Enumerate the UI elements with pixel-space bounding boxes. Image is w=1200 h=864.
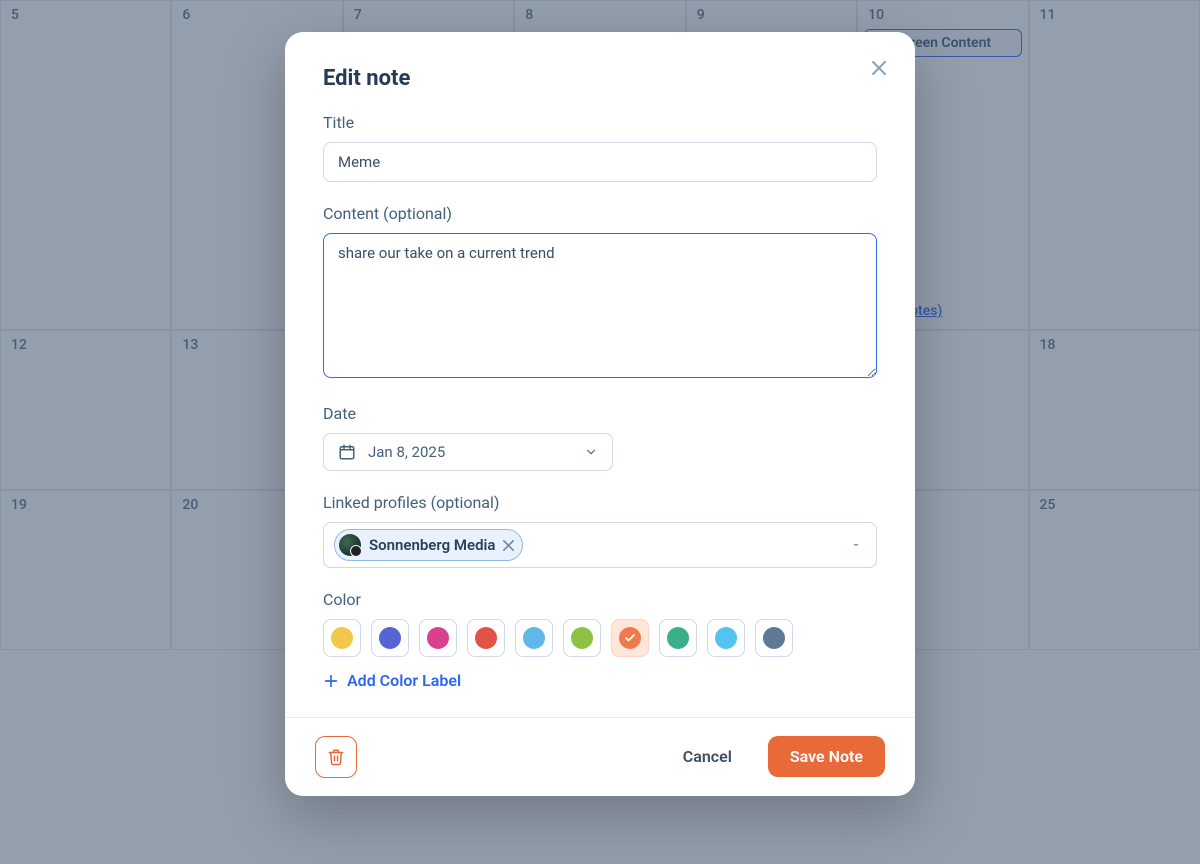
color-option[interactable] [419, 619, 457, 657]
color-swatch [571, 627, 593, 649]
color-option[interactable] [755, 619, 793, 657]
color-swatch [619, 627, 641, 649]
color-swatch [475, 627, 497, 649]
profile-name: Sonnenberg Media [369, 536, 495, 554]
color-swatch [763, 627, 785, 649]
delete-button[interactable] [315, 736, 357, 778]
linked-profiles-select[interactable]: Sonnenberg Media [323, 522, 877, 568]
profile-avatar [339, 534, 361, 556]
save-button[interactable]: Save Note [768, 736, 885, 777]
color-swatch [715, 627, 737, 649]
title-input[interactable] [323, 142, 877, 182]
date-label: Date [323, 404, 877, 423]
chevron-down-icon [584, 445, 598, 459]
cancel-button[interactable]: Cancel [661, 736, 754, 777]
color-option[interactable] [707, 619, 745, 657]
color-option[interactable] [323, 619, 361, 657]
color-option[interactable] [515, 619, 553, 657]
edit-note-modal: Edit note Title Content (optional) Date … [285, 32, 915, 796]
modal-overlay[interactable]: Edit note Title Content (optional) Date … [0, 0, 1200, 864]
profile-chip: Sonnenberg Media [334, 529, 523, 561]
date-value: Jan 8, 2025 [368, 443, 445, 461]
calendar-icon [338, 443, 356, 461]
content-label: Content (optional) [323, 204, 877, 223]
modal-title: Edit note [323, 66, 877, 91]
remove-profile-icon[interactable] [503, 540, 514, 551]
color-swatch [427, 627, 449, 649]
add-color-label-button[interactable]: Add Color Label [323, 671, 461, 690]
color-swatch [331, 627, 353, 649]
caret-down-icon [850, 539, 862, 551]
content-textarea[interactable] [323, 233, 877, 378]
color-option[interactable] [659, 619, 697, 657]
color-label: Color [323, 590, 877, 609]
color-option[interactable] [467, 619, 505, 657]
color-option[interactable] [611, 619, 649, 657]
title-label: Title [323, 113, 877, 132]
close-icon[interactable] [865, 54, 893, 82]
color-row [323, 619, 877, 657]
linked-profiles-label: Linked profiles (optional) [323, 493, 877, 512]
date-picker[interactable]: Jan 8, 2025 [323, 433, 613, 471]
color-option[interactable] [371, 619, 409, 657]
color-option[interactable] [563, 619, 601, 657]
plus-icon [323, 673, 339, 689]
trash-icon [327, 748, 345, 766]
add-color-label-text: Add Color Label [347, 671, 461, 690]
color-swatch [667, 627, 689, 649]
color-swatch [523, 627, 545, 649]
color-swatch [379, 627, 401, 649]
